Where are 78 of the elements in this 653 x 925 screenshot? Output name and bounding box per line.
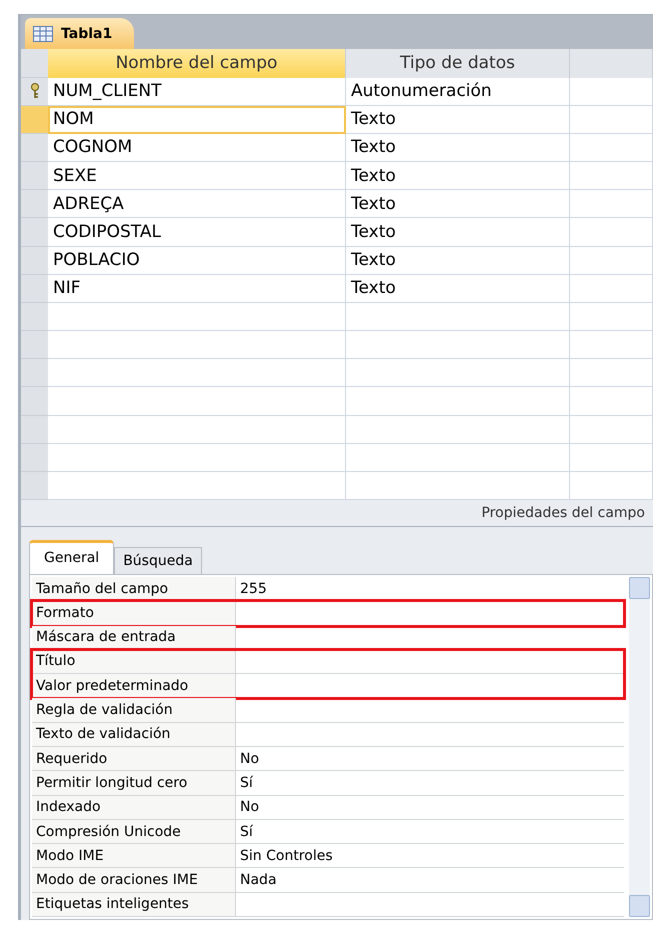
table-cell[interactable] [48,387,346,416]
table-cell[interactable] [570,387,653,416]
table-cell[interactable]: Texto [346,274,570,303]
table-cell[interactable]: ADREÇA [48,190,346,218]
property-label: Regla de validación [32,698,236,722]
property-label: Valor predeterminado [32,674,236,698]
tab[interactable]: Búsqueda [114,546,202,574]
property-label: Indexado [32,796,236,819]
property-label: Compresión Unicode [32,820,236,844]
table-cell[interactable]: COGNOM [48,134,346,162]
table-cell[interactable] [570,190,653,218]
property-value-field[interactable]: Sí [236,820,624,844]
table-cell[interactable]: SEXE [48,162,346,190]
scroll-down-button[interactable] [629,895,650,918]
tab[interactable]: General [29,540,114,574]
scroll-up-button[interactable] [629,576,650,599]
table-cell[interactable]: Autonumeración [346,78,570,106]
table-cell[interactable] [48,359,346,388]
table-cell[interactable] [346,387,570,416]
table-cell[interactable] [570,359,653,388]
table-cell[interactable] [48,416,346,444]
table-cell[interactable]: NUM_CLIENT [48,78,346,106]
key-icon [30,83,40,100]
property-label: Modo de oraciones IME [32,868,236,892]
table-cell[interactable]: Texto [346,246,570,275]
property-value-field[interactable]: Nada [236,868,624,892]
property-label: Título [32,650,236,674]
table-cell[interactable]: NOM [48,106,346,134]
table-cell[interactable] [570,274,653,303]
table-cell[interactable] [346,302,570,332]
property-label: Modo IME [32,844,236,868]
table-cell[interactable]: NIF [48,274,346,303]
row-selector[interactable] [21,78,48,106]
table-cell[interactable] [346,331,570,360]
table-cell[interactable] [570,134,653,162]
property-label: Máscara de entrada [32,626,236,649]
property-label: Texto de validación [32,722,236,746]
table-cell[interactable]: Texto [346,162,570,190]
table-cell[interactable] [570,106,653,134]
property-value-field[interactable]: 255 [236,576,624,600]
property-label: Tamaño del campo [32,576,236,600]
column-header: Tipo de datos [346,49,570,78]
table-cell[interactable]: POBLACIO [48,246,346,275]
table-cell[interactable] [570,444,653,472]
table-cell[interactable] [570,78,653,106]
table-cell[interactable] [570,331,653,360]
table-cell[interactable] [570,162,653,190]
table-cell[interactable] [346,472,570,500]
table-cell[interactable] [48,331,346,360]
table-cell[interactable]: Texto [346,134,570,162]
scrollbar[interactable] [629,576,650,918]
property-label: Formato [32,601,236,624]
section-heading: Propiedades del campo [481,505,645,522]
table-cell[interactable] [570,246,653,275]
table-cell[interactable]: CODIPOSTAL [48,218,346,247]
column-header: Nombre del campo [48,49,346,78]
table-cell[interactable]: Texto [346,218,570,247]
table-cell[interactable] [570,302,653,332]
table-cell[interactable] [346,359,570,388]
property-label: Requerido [32,746,236,770]
property-value-field[interactable]: No [236,796,624,819]
property-value-field[interactable]: Sí [236,771,624,795]
property-value-field[interactable]: Sin Controles [236,844,624,868]
property-label: Etiquetas inteligentes [32,892,236,916]
property-label: Permitir longitud cero [32,771,236,795]
table-cell[interactable] [346,416,570,444]
property-value-field[interactable]: No [236,746,624,770]
table-cell[interactable]: Texto [346,190,570,218]
table-icon [33,26,53,42]
table-cell[interactable] [570,218,653,247]
document-tab[interactable]: Tabla1 [25,18,134,50]
table-cell[interactable] [570,472,653,500]
table-cell[interactable] [346,444,570,472]
table-cell[interactable]: Texto [346,106,570,134]
table-cell[interactable] [48,302,346,332]
table-cell[interactable] [48,472,346,500]
table-cell[interactable] [48,444,346,472]
table-cell[interactable] [570,416,653,444]
